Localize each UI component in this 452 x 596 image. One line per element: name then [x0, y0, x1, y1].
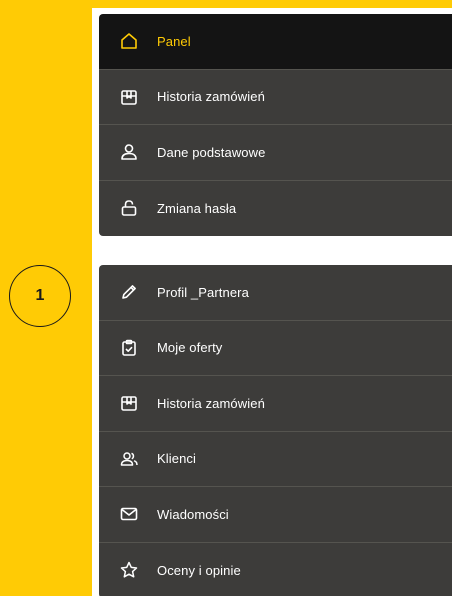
users-icon — [119, 449, 139, 469]
menu-item-my-offers[interactable]: Moje oferty — [99, 320, 452, 376]
menu-item-basic-data[interactable]: Dane podstawowe — [99, 125, 452, 181]
menu-item-label: Historia zamówień — [157, 395, 265, 411]
step-number-badge: 1 — [9, 265, 71, 327]
menu-item-order-history[interactable]: Historia zamówień — [99, 69, 452, 125]
user-icon — [119, 142, 139, 162]
menu-item-label: Profil _Partnera — [157, 284, 249, 300]
menu-item-messages[interactable]: Wiadomości — [99, 487, 452, 543]
package-icon — [119, 87, 139, 107]
menu-item-label: Historia zamówień — [157, 89, 265, 105]
package-icon — [119, 393, 139, 413]
menu-item-label: Wiadomości — [157, 506, 229, 522]
account-menu: Panel Historia zamówień Dane podstawowe … — [99, 14, 452, 236]
menu-item-label: Panel — [157, 33, 191, 49]
star-icon — [119, 560, 139, 580]
menu-item-change-password[interactable]: Zmiana hasła — [99, 180, 452, 236]
menu-item-partner-order-history[interactable]: Historia zamówień — [99, 376, 452, 432]
partner-menu: Profil _Partnera Moje oferty Historia za… — [99, 265, 452, 596]
menu-item-label: Moje oferty — [157, 340, 223, 356]
menu-item-label: Klienci — [157, 451, 196, 467]
menu-item-panel[interactable]: Panel — [99, 14, 452, 70]
pencil-icon — [119, 282, 139, 302]
menu-item-clients[interactable]: Klienci — [99, 431, 452, 487]
home-icon — [119, 31, 139, 51]
mail-icon — [119, 504, 139, 524]
step-number: 1 — [35, 287, 45, 304]
menu-item-label: Oceny i opinie — [157, 562, 241, 578]
menu-item-label: Dane podstawowe — [157, 144, 266, 160]
menu-item-partner-profile[interactable]: Profil _Partnera — [99, 265, 452, 321]
clipboard-check-icon — [119, 338, 139, 358]
lock-icon — [119, 198, 139, 218]
menu-item-label: Zmiana hasła — [157, 200, 237, 216]
menu-item-reviews[interactable]: Oceny i opinie — [99, 542, 452, 596]
